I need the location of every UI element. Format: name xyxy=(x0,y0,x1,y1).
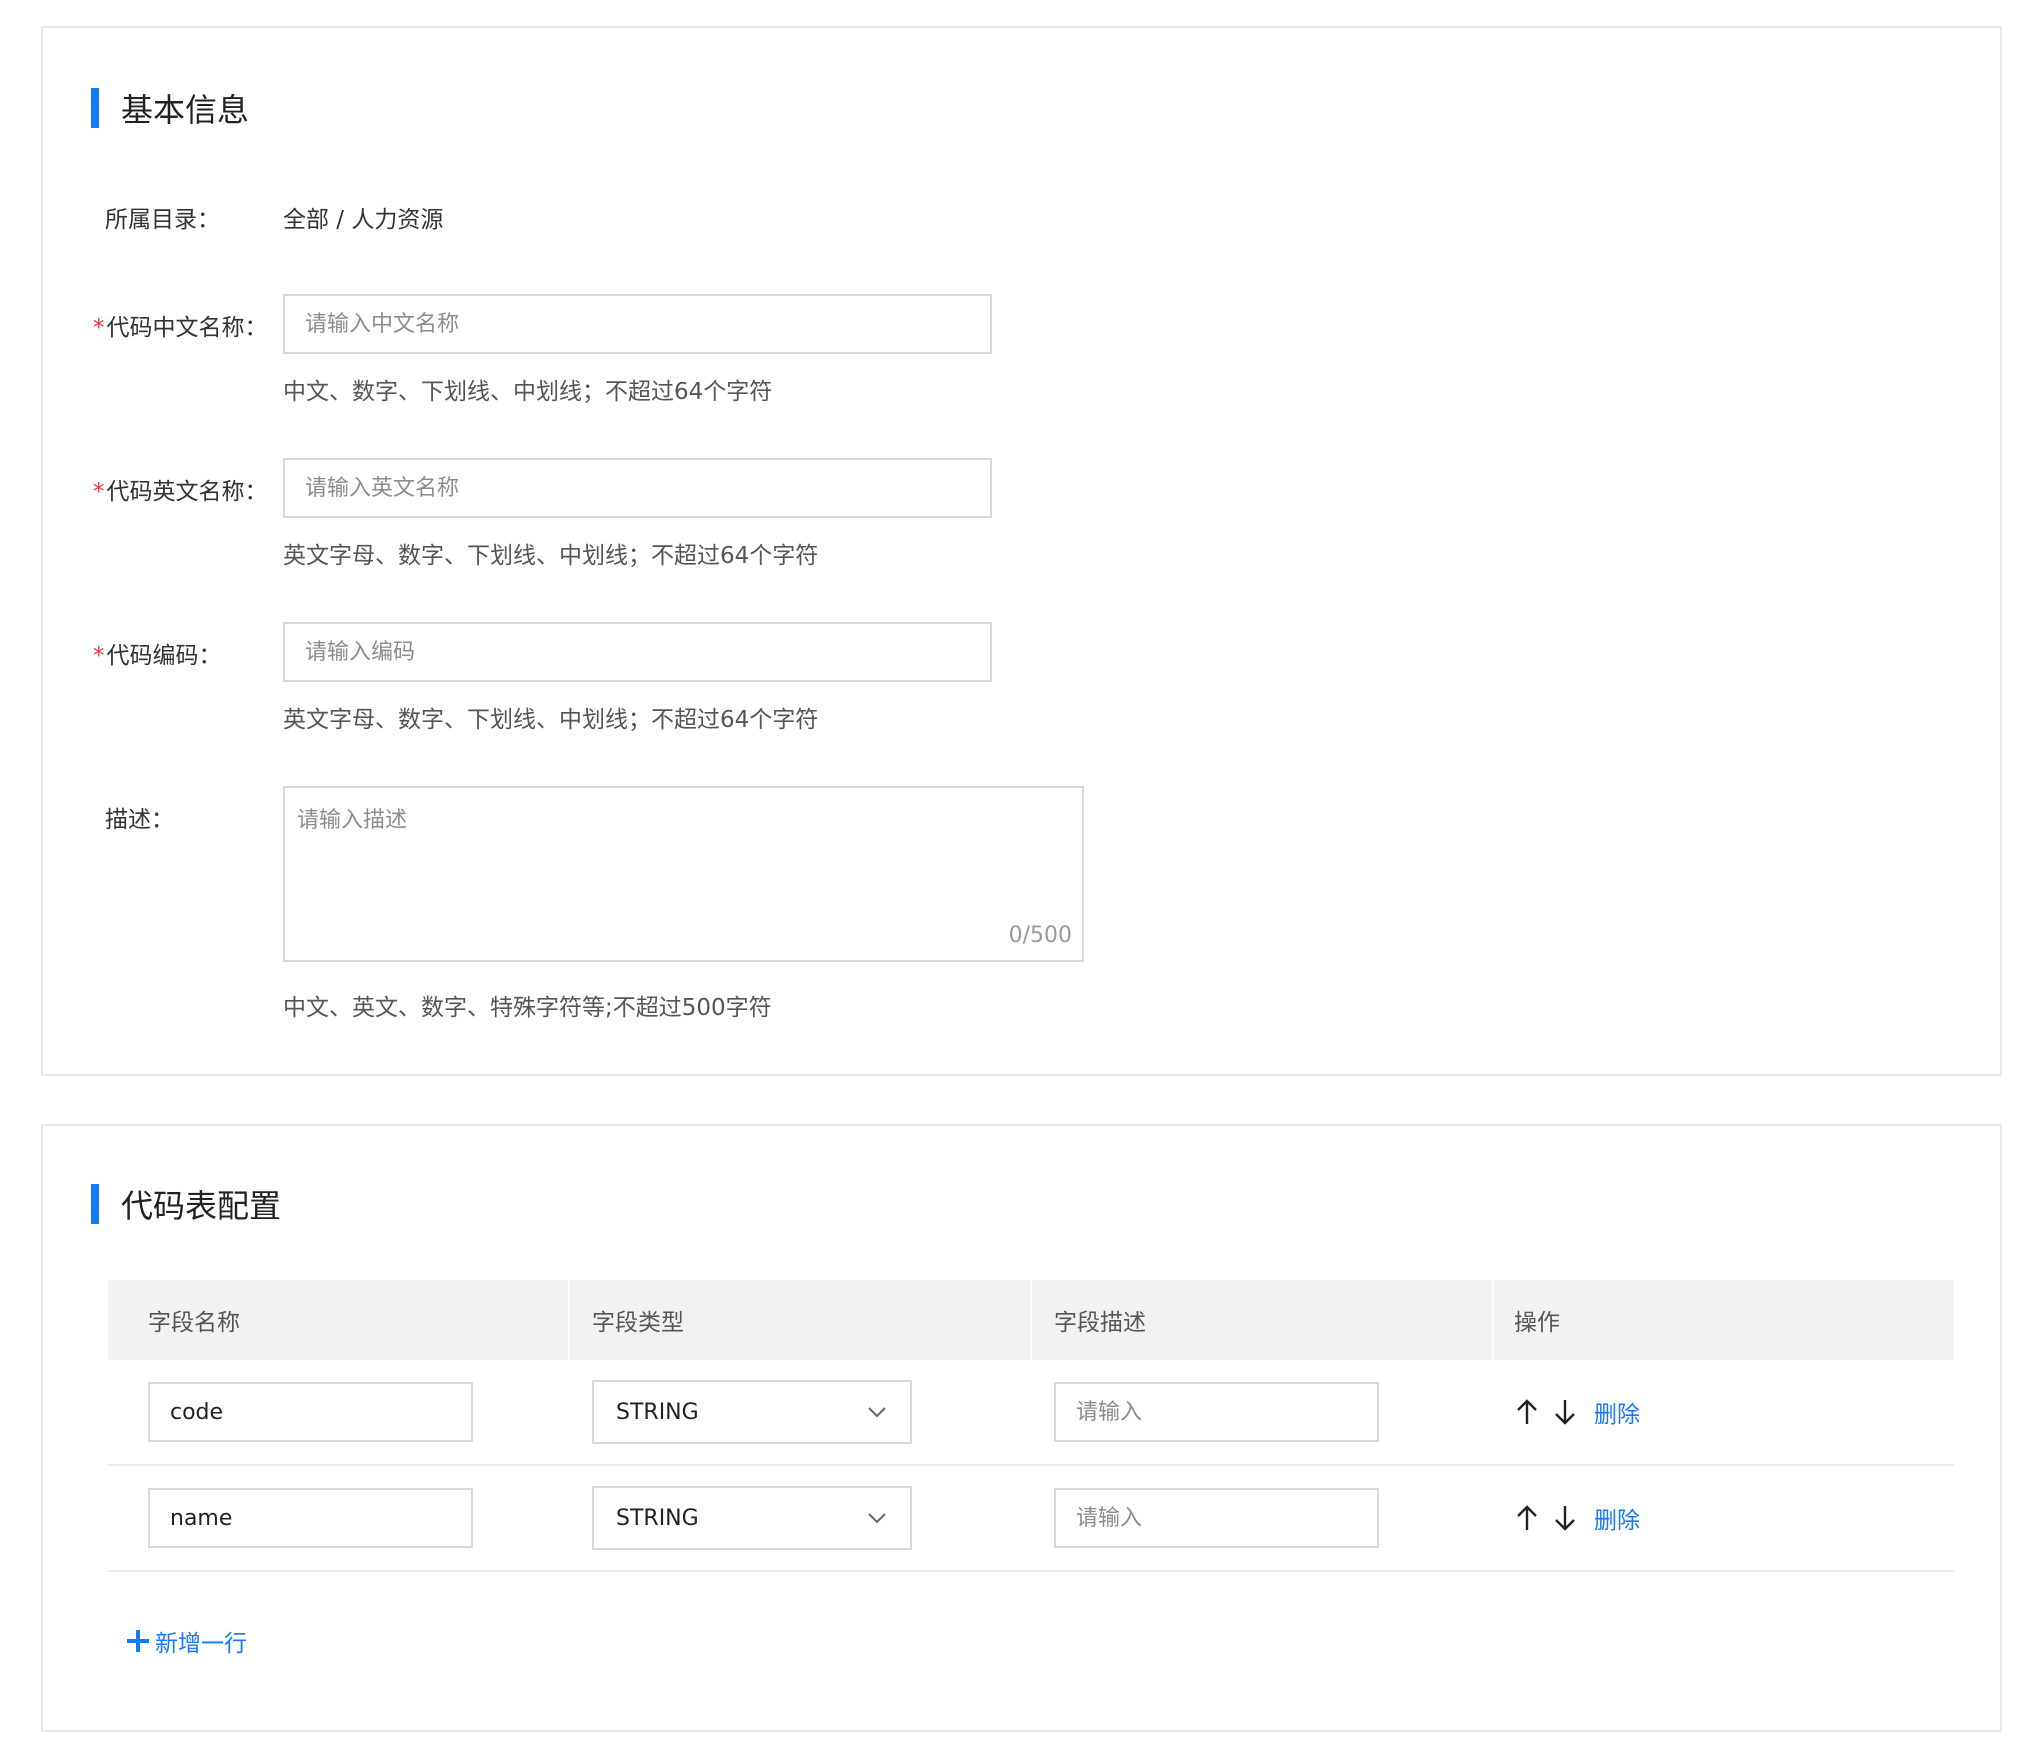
code-label-text: 代码编码： xyxy=(106,643,222,669)
field-desc-cell xyxy=(1032,1360,1494,1464)
catalog-value: 全部 / 人力资源 xyxy=(283,207,444,233)
table-row: STRING 删除 xyxy=(108,1466,1954,1572)
description-label: 描述： xyxy=(105,807,174,833)
cn-name-label-text: 代码中文名称： xyxy=(106,315,268,341)
add-row-button[interactable]: 新增一行 xyxy=(125,1624,247,1658)
table-header: 字段名称 字段类型 字段描述 操作 xyxy=(108,1280,1954,1360)
field-type-value: STRING xyxy=(616,1505,699,1531)
code-label: *代码编码： xyxy=(93,636,222,670)
plus-icon xyxy=(127,1630,149,1652)
basic-info-card: 基本信息 所属目录： 全部 / 人力资源 *代码中文名称： 中文、数字、下划线、… xyxy=(41,26,2002,1076)
description-counter: 0/500 xyxy=(1008,923,1072,948)
actions-cell: 删除 xyxy=(1494,1466,1954,1570)
field-desc-input[interactable] xyxy=(1054,1488,1379,1548)
en-name-label: *代码英文名称： xyxy=(93,472,268,506)
field-type-cell: STRING xyxy=(570,1360,1032,1464)
add-row-label: 新增一行 xyxy=(155,1631,247,1657)
actions-cell: 删除 xyxy=(1494,1360,1954,1464)
arrow-down-icon[interactable] xyxy=(1552,1503,1578,1533)
column-header-field-desc: 字段描述 xyxy=(1032,1280,1494,1360)
column-header-actions: 操作 xyxy=(1514,1310,1560,1336)
required-mark: * xyxy=(93,479,105,505)
field-name-cell xyxy=(108,1360,570,1464)
delete-row-link[interactable]: 删除 xyxy=(1594,1501,1640,1535)
section-accent-bar xyxy=(91,88,99,128)
arrow-up-icon[interactable] xyxy=(1514,1397,1540,1427)
field-type-value: STRING xyxy=(616,1399,699,1425)
field-desc-cell xyxy=(1032,1466,1494,1570)
description-hint: 中文、英文、数字、特殊字符等;不超过500字符 xyxy=(283,995,772,1021)
arrow-up-icon[interactable] xyxy=(1514,1503,1540,1533)
cn-name-label: *代码中文名称： xyxy=(93,308,268,342)
section-title-basic: 基本信息 xyxy=(91,88,250,129)
column-header-field-name: 字段名称 xyxy=(108,1280,570,1360)
en-name-label-text: 代码英文名称： xyxy=(106,479,268,505)
field-name-input[interactable] xyxy=(148,1488,473,1548)
required-mark: * xyxy=(93,643,105,669)
section-title-text: 基本信息 xyxy=(121,91,250,129)
section-accent-bar xyxy=(91,1184,99,1224)
code-input[interactable] xyxy=(283,622,992,682)
field-name-input[interactable] xyxy=(148,1382,473,1442)
section-title-text: 代码表配置 xyxy=(121,1187,282,1225)
arrow-down-icon[interactable] xyxy=(1552,1397,1578,1427)
field-type-cell: STRING xyxy=(570,1466,1032,1570)
code-table-config-card: 代码表配置 字段名称 字段类型 字段描述 操作 STRING xyxy=(41,1124,2002,1732)
field-desc-input[interactable] xyxy=(1054,1382,1379,1442)
field-table: 字段名称 字段类型 字段描述 操作 STRING 删除 xyxy=(108,1280,1954,1572)
description-textarea-wrap: 0/500 xyxy=(283,786,1084,962)
field-type-select[interactable]: STRING xyxy=(592,1380,912,1444)
required-mark: * xyxy=(93,315,105,341)
delete-row-link[interactable]: 删除 xyxy=(1594,1395,1640,1429)
chevron-down-icon xyxy=(868,1513,886,1524)
field-type-select[interactable]: STRING xyxy=(592,1486,912,1550)
description-textarea[interactable] xyxy=(285,788,1082,960)
table-row: STRING 删除 xyxy=(108,1360,1954,1466)
en-name-hint: 英文字母、数字、下划线、中划线；不超过64个字符 xyxy=(283,543,819,569)
field-name-cell xyxy=(108,1466,570,1570)
catalog-label: 所属目录： xyxy=(105,207,220,233)
en-name-input[interactable] xyxy=(283,458,992,518)
cn-name-hint: 中文、数字、下划线、中划线；不超过64个字符 xyxy=(283,379,773,405)
chevron-down-icon xyxy=(868,1407,886,1418)
code-hint: 英文字母、数字、下划线、中划线；不超过64个字符 xyxy=(283,707,819,733)
section-title-config: 代码表配置 xyxy=(91,1184,282,1225)
column-header-field-type: 字段类型 xyxy=(570,1280,1032,1360)
cn-name-input[interactable] xyxy=(283,294,992,354)
